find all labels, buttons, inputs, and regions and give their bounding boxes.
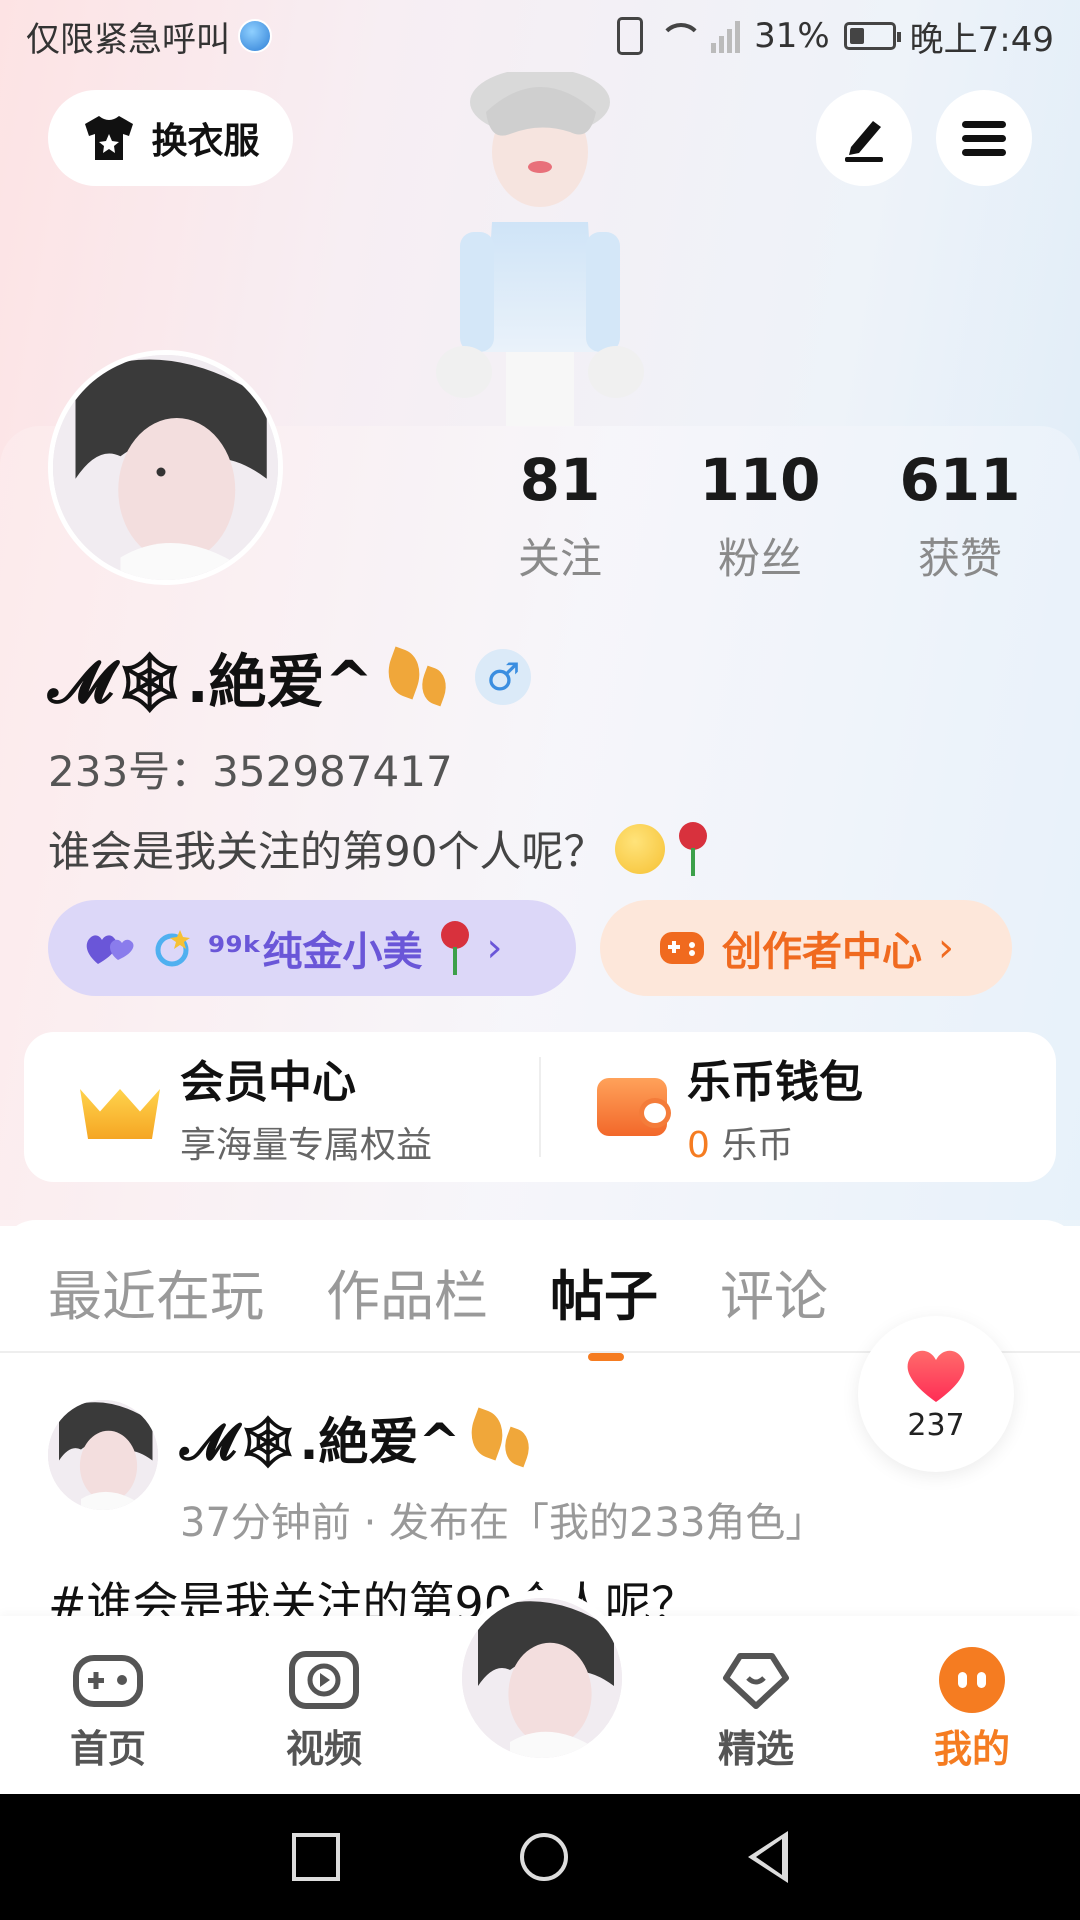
hamburger-icon — [962, 114, 1006, 163]
globe-icon — [238, 19, 272, 53]
chevron-right-icon: › — [486, 925, 503, 971]
tab-posts[interactable]: 帖子 — [550, 1252, 658, 1361]
home-button[interactable] — [520, 1833, 568, 1881]
post-meta: 37分钟前 · 发布在「我的233角色」 — [180, 1500, 826, 1546]
tab-recent-played[interactable]: 最近在玩 — [48, 1252, 264, 1331]
signal-icon — [711, 19, 741, 53]
kiss-emoji-icon — [615, 823, 666, 874]
back-button[interactable] — [748, 1831, 788, 1883]
sparkle-ring-icon — [155, 930, 190, 967]
chevron-right-icon: › — [938, 925, 954, 971]
center-avatar — [462, 1598, 622, 1758]
wallet-title: 乐币钱包 — [687, 1057, 863, 1108]
tab-works[interactable]: 作品栏 — [326, 1252, 488, 1331]
like-count: 237 — [907, 1407, 965, 1443]
wallet-entry[interactable]: 乐币钱包 0 乐币 — [541, 1032, 1056, 1182]
me-icon — [936, 1647, 1008, 1713]
nav-me-label: 我的 — [933, 1727, 1010, 1771]
post-author-avatar[interactable] — [48, 1400, 158, 1510]
recent-apps-button[interactable] — [292, 1833, 340, 1881]
user-id[interactable]: 233号：352987417 — [48, 738, 453, 799]
member-center-subtitle: 享海量专属权益 — [180, 1125, 433, 1166]
following-count: 81 — [519, 446, 601, 514]
nickname: 𝓜🕸.絶爱^ — [48, 648, 374, 716]
wallet-balance: 0 乐币 — [687, 1116, 863, 1168]
profile-avatar[interactable] — [48, 350, 283, 585]
crown-icon — [80, 1075, 160, 1139]
creator-center-button[interactable]: 创作者中心 › — [600, 900, 1012, 996]
wallet-amount: 0 — [687, 1125, 710, 1166]
nav-featured-label: 精选 — [717, 1727, 794, 1771]
menu-button[interactable] — [936, 90, 1032, 186]
shirt-icon — [85, 116, 134, 160]
rose-emoji-icon — [675, 821, 711, 876]
vibrate-icon — [617, 17, 644, 55]
nav-home[interactable]: 首页 — [28, 1648, 188, 1773]
following-label: 关注 — [517, 534, 602, 583]
nav-me[interactable]: 我的 — [892, 1647, 1052, 1773]
tulip-icon — [437, 921, 473, 975]
leaves-icon — [463, 1407, 536, 1468]
likes-count: 611 — [899, 446, 1021, 514]
nickname-row: 𝓜🕸.絶爱^ ♂ — [48, 635, 532, 719]
battery-icon — [843, 22, 901, 50]
likes-label: 获赞 — [917, 534, 1002, 583]
heart-icon — [904, 1346, 968, 1404]
nav-video-label: 视频 — [285, 1727, 362, 1771]
wallet-icon — [597, 1078, 671, 1136]
followers-label: 粉丝 — [717, 534, 802, 583]
member-wallet-card: 会员中心 享海量专属权益 乐币钱包 0 乐币 — [24, 1032, 1056, 1182]
change-outfit-button[interactable]: 换衣服 — [48, 90, 293, 186]
leaves-icon — [380, 646, 453, 707]
following-stat[interactable]: 81 关注 — [470, 445, 650, 586]
profile-tabs: 最近在玩 作品栏 帖子 评论 — [48, 1252, 828, 1361]
heart-chat-icon — [720, 1648, 792, 1712]
pen-icon — [845, 121, 883, 162]
nav-home-label: 首页 — [69, 1727, 146, 1771]
hearts-icon — [86, 935, 134, 964]
like-button[interactable]: 237 — [858, 1316, 1014, 1472]
bio-row: 谁会是我关注的第90个人呢？ — [48, 818, 711, 879]
member-center-entry[interactable]: 会员中心 享海量专属权益 — [24, 1032, 539, 1182]
post-author-row: 𝓜🕸.絶爱^ — [180, 1402, 536, 1474]
status-bar: 仅限紧急呼叫 31% 晚上7:49 — [0, 0, 1080, 72]
game-controller-icon — [660, 932, 704, 964]
fan-badge-label: ⁹⁹ᵏ纯金小美 — [208, 929, 423, 975]
nav-center-avatar-button[interactable] — [454, 1590, 630, 1766]
video-play-icon — [288, 1648, 360, 1712]
edit-profile-button[interactable] — [816, 90, 912, 186]
followers-stat[interactable]: 110 粉丝 — [670, 445, 850, 586]
creator-center-label: 创作者中心 — [722, 929, 922, 975]
bio-text: 谁会是我关注的第90个人呢？ — [48, 827, 606, 876]
fan-badge-button[interactable]: ⁹⁹ᵏ纯金小美 › — [48, 900, 576, 996]
nav-featured[interactable]: 精选 — [676, 1648, 836, 1773]
clock: 晚上7:49 — [909, 19, 1054, 60]
wallet-unit: 乐币 — [721, 1125, 794, 1166]
nav-video[interactable]: 视频 — [244, 1648, 404, 1773]
member-center-title: 会员中心 — [180, 1057, 356, 1108]
likes-stat[interactable]: 611 获赞 — [870, 445, 1050, 586]
profile-stats: 81 关注 110 粉丝 611 获赞 — [470, 445, 1050, 586]
followers-count: 110 — [699, 446, 821, 514]
change-outfit-label: 换衣服 — [151, 121, 260, 162]
wifi-icon — [657, 21, 704, 51]
carrier-text: 仅限紧急呼叫 — [26, 19, 230, 60]
gender-male-icon: ♂ — [475, 649, 532, 705]
avatar-character-figure[interactable] — [420, 68, 660, 427]
battery-percent: 31% — [754, 16, 830, 56]
post-author-name[interactable]: 𝓜🕸.絶爱^ — [180, 1402, 460, 1474]
system-nav-bar — [0, 1794, 1080, 1920]
tab-comments[interactable]: 评论 — [720, 1252, 828, 1331]
gamepad-icon — [72, 1648, 144, 1712]
